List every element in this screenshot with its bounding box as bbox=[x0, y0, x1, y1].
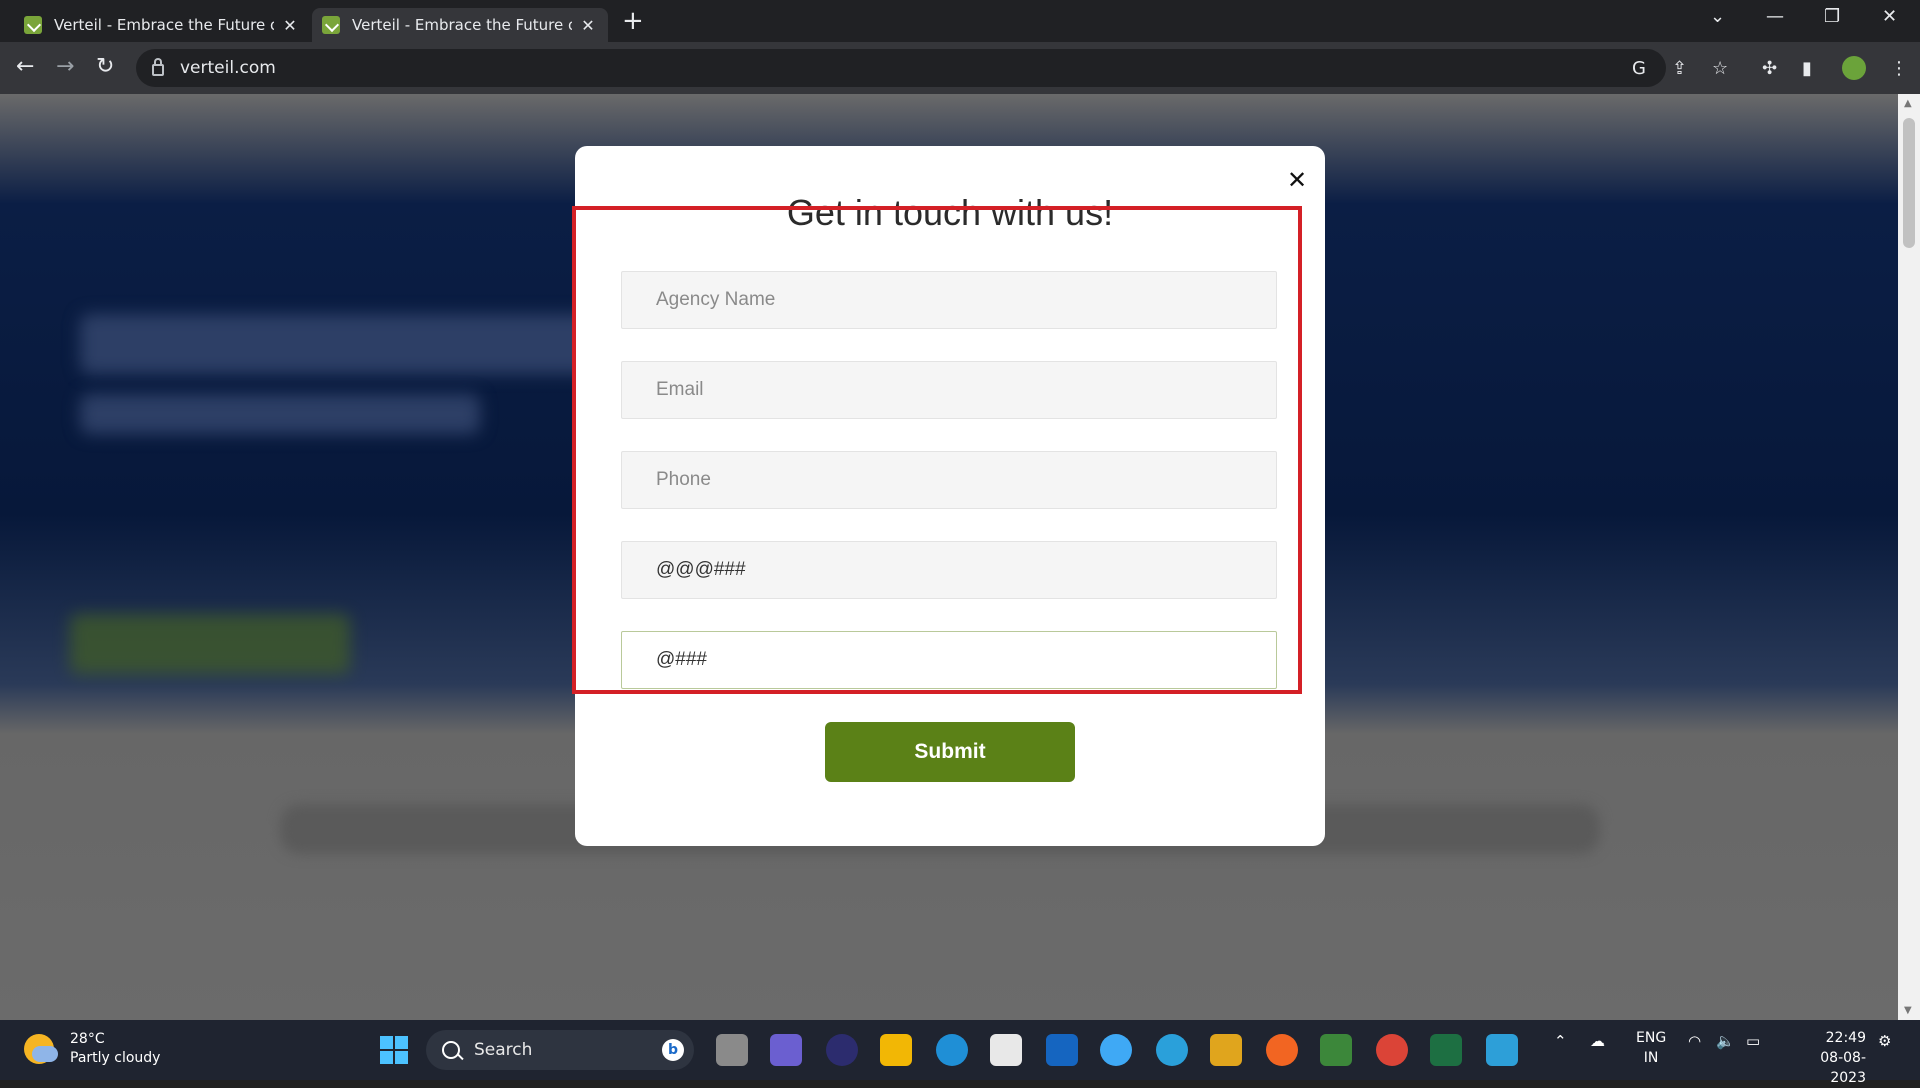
microsoft-store-icon[interactable] bbox=[990, 1034, 1022, 1066]
browser-toolbar: ← → ↻ verteil.com G ⇪ ☆ ✣ ▮ ⋮ bbox=[0, 42, 1920, 94]
windows-taskbar: 28°C Partly cloudy Search b ⌃ ☁ ENG IN ◠… bbox=[0, 1020, 1920, 1086]
scroll-up-icon[interactable]: ▲ bbox=[1904, 98, 1912, 109]
teams-chat-icon[interactable] bbox=[770, 1034, 802, 1066]
back-arrow-icon[interactable]: ← bbox=[16, 54, 34, 79]
windows-start-icon[interactable] bbox=[380, 1036, 408, 1064]
wifi-icon[interactable]: ◠ bbox=[1688, 1032, 1701, 1050]
google-icon[interactable]: G bbox=[1632, 58, 1646, 79]
chrome-icon[interactable] bbox=[1376, 1034, 1408, 1066]
verteil-favicon-icon bbox=[24, 16, 42, 34]
weather-widget[interactable]: 28°C Partly cloudy bbox=[24, 1030, 160, 1068]
onedrive-cloud-icon[interactable]: ☁ bbox=[1590, 1032, 1605, 1050]
battery-icon[interactable]: ▭ bbox=[1746, 1032, 1760, 1050]
excel-icon[interactable] bbox=[1430, 1034, 1462, 1066]
date-text: 08-08-2023 bbox=[1820, 1050, 1866, 1086]
minimize-icon[interactable]: — bbox=[1766, 6, 1784, 27]
page-scrollbar[interactable]: ▲ ▼ bbox=[1898, 94, 1920, 1020]
telegram-icon[interactable] bbox=[1156, 1034, 1188, 1066]
postman-icon[interactable] bbox=[1266, 1034, 1298, 1066]
clock[interactable]: 22:49 08-08-2023 bbox=[1786, 1028, 1866, 1088]
profile-avatar[interactable] bbox=[1842, 56, 1866, 80]
help-icon[interactable] bbox=[1100, 1034, 1132, 1066]
lang-top: ENG bbox=[1636, 1030, 1667, 1046]
close-icon[interactable]: ✕ bbox=[1283, 166, 1311, 194]
browser-tab-1[interactable]: Verteil - Embrace the Future of D ✕ bbox=[14, 8, 310, 42]
lock-icon bbox=[152, 58, 164, 76]
url-text: verteil.com bbox=[180, 58, 276, 78]
restore-icon[interactable]: ❐ bbox=[1824, 6, 1840, 27]
task-view-icon[interactable] bbox=[716, 1034, 748, 1066]
volume-muted-icon[interactable]: 🔈 bbox=[1716, 1032, 1735, 1050]
verteil-favicon-icon bbox=[322, 16, 340, 34]
search-icon bbox=[442, 1041, 460, 1059]
blurred-subheading bbox=[80, 394, 480, 434]
browser-tab-2[interactable]: Verteil - Embrace the Future of D ✕ bbox=[312, 8, 608, 42]
reload-icon[interactable]: ↻ bbox=[96, 54, 114, 79]
partly-cloudy-icon bbox=[24, 1034, 58, 1064]
snipping-tool-icon[interactable] bbox=[1210, 1034, 1242, 1066]
weather-desc: Partly cloudy bbox=[70, 1050, 161, 1066]
language-indicator[interactable]: ENG IN bbox=[1636, 1028, 1666, 1068]
blurred-heading bbox=[80, 314, 600, 374]
taskbar-search[interactable]: Search b bbox=[426, 1030, 694, 1070]
forward-arrow-icon[interactable]: → bbox=[56, 54, 74, 79]
submit-button[interactable]: Submit bbox=[825, 722, 1075, 782]
file-explorer-icon[interactable] bbox=[880, 1034, 912, 1066]
close-window-icon[interactable]: ✕ bbox=[1882, 6, 1897, 27]
search-label: Search bbox=[474, 1040, 533, 1060]
close-tab-icon[interactable]: ✕ bbox=[578, 16, 598, 35]
scroll-down-icon[interactable]: ▼ bbox=[1904, 1005, 1912, 1016]
tab-title: Verteil - Embrace the Future of D bbox=[352, 16, 572, 34]
side-panel-icon[interactable]: ▮ bbox=[1802, 58, 1812, 79]
myhp-icon[interactable] bbox=[1046, 1034, 1078, 1066]
address-bar[interactable]: verteil.com bbox=[136, 49, 1666, 87]
notepad-icon[interactable] bbox=[1486, 1034, 1518, 1066]
new-tab-icon[interactable]: + bbox=[622, 6, 644, 36]
share-icon[interactable]: ⇪ bbox=[1672, 58, 1687, 79]
weather-temp: 28°C bbox=[70, 1031, 105, 1047]
time-text: 22:49 bbox=[1825, 1030, 1866, 1046]
scrollbar-thumb[interactable] bbox=[1903, 118, 1915, 248]
browser-tab-strip: Verteil - Embrace the Future of D ✕ Vert… bbox=[0, 0, 1920, 42]
menu-kebab-icon[interactable]: ⋮ bbox=[1890, 58, 1908, 79]
tab-search-chevron-icon[interactable]: ⌄ bbox=[1710, 6, 1725, 27]
close-tab-icon[interactable]: ✕ bbox=[280, 16, 300, 35]
nodejs-icon[interactable] bbox=[1320, 1034, 1352, 1066]
lang-bottom: IN bbox=[1643, 1050, 1659, 1066]
bing-icon[interactable]: b bbox=[662, 1039, 684, 1061]
notifications-icon[interactable]: ⚙ bbox=[1878, 1032, 1891, 1050]
show-hidden-icons-chevron-icon[interactable]: ⌃ bbox=[1554, 1032, 1567, 1050]
eclipse-icon[interactable] bbox=[826, 1034, 858, 1066]
highlight-box bbox=[572, 206, 1302, 694]
blurred-button bbox=[70, 614, 350, 674]
tab-title: Verteil - Embrace the Future of D bbox=[54, 16, 274, 34]
bookmark-star-icon[interactable]: ☆ bbox=[1712, 58, 1728, 79]
extensions-puzzle-icon[interactable]: ✣ bbox=[1762, 58, 1777, 79]
edge-icon[interactable] bbox=[936, 1034, 968, 1066]
